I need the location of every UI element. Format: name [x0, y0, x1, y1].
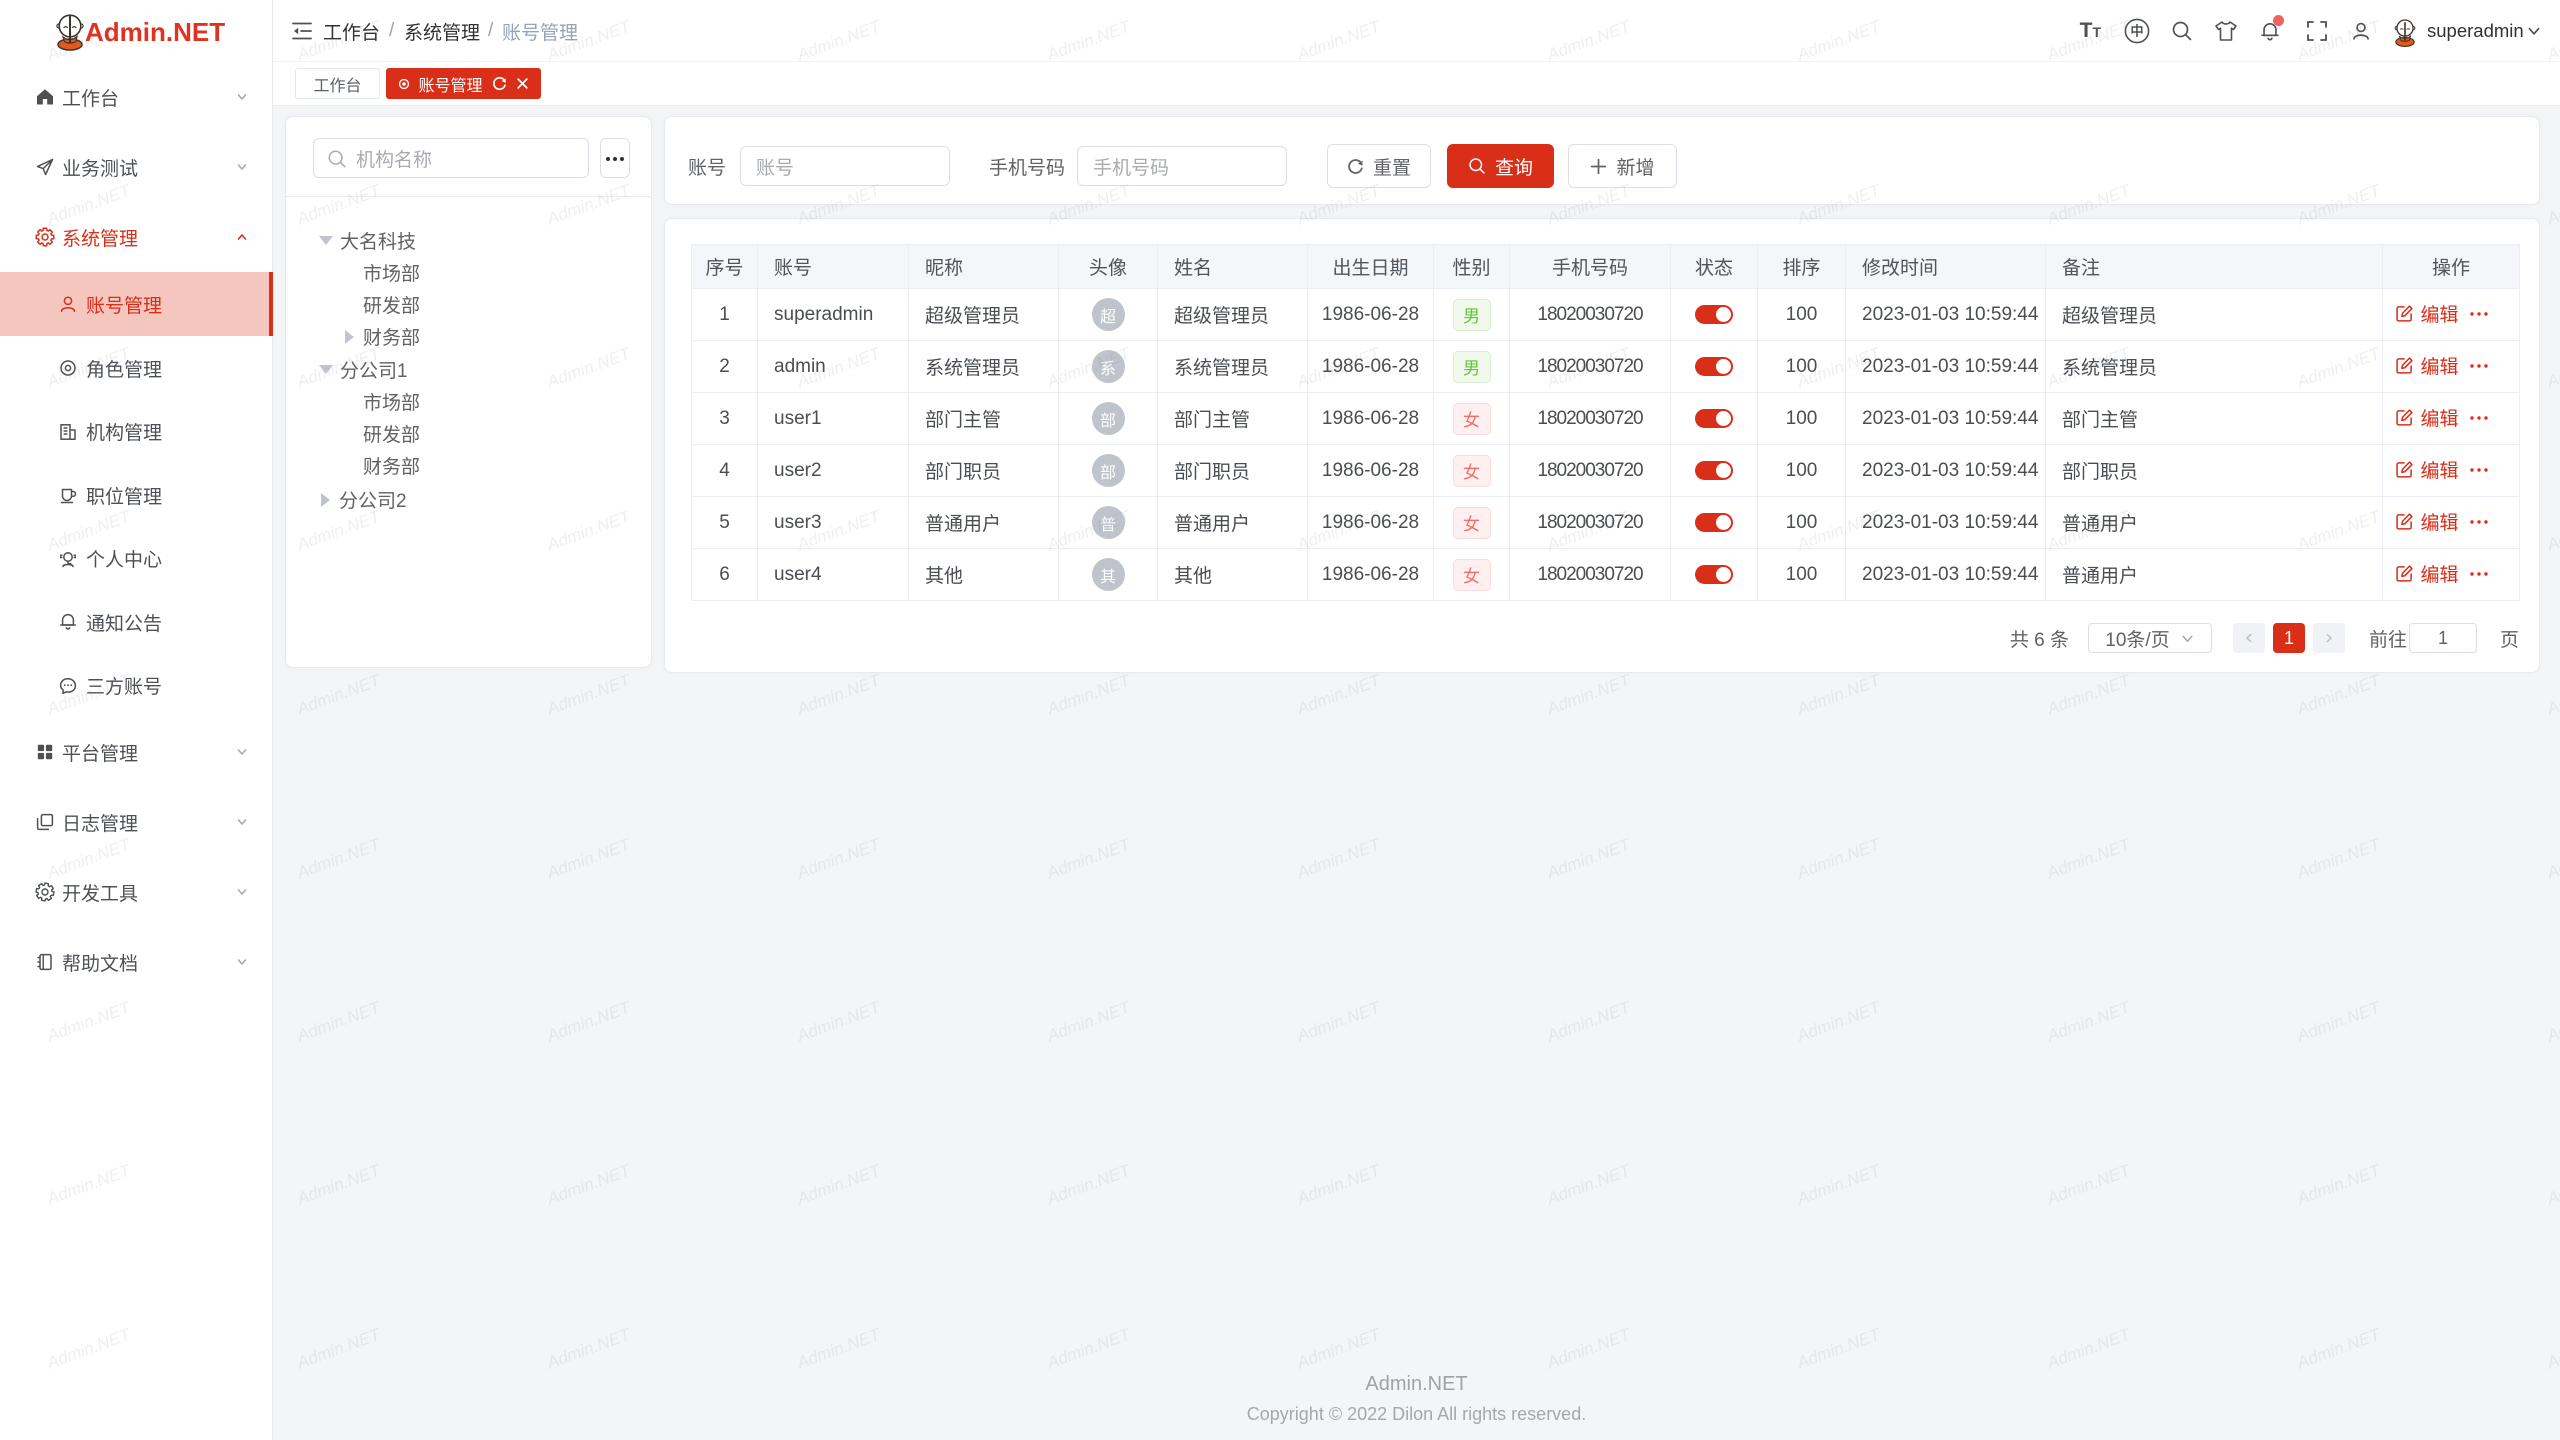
svg-text:中: 中	[2130, 23, 2143, 38]
